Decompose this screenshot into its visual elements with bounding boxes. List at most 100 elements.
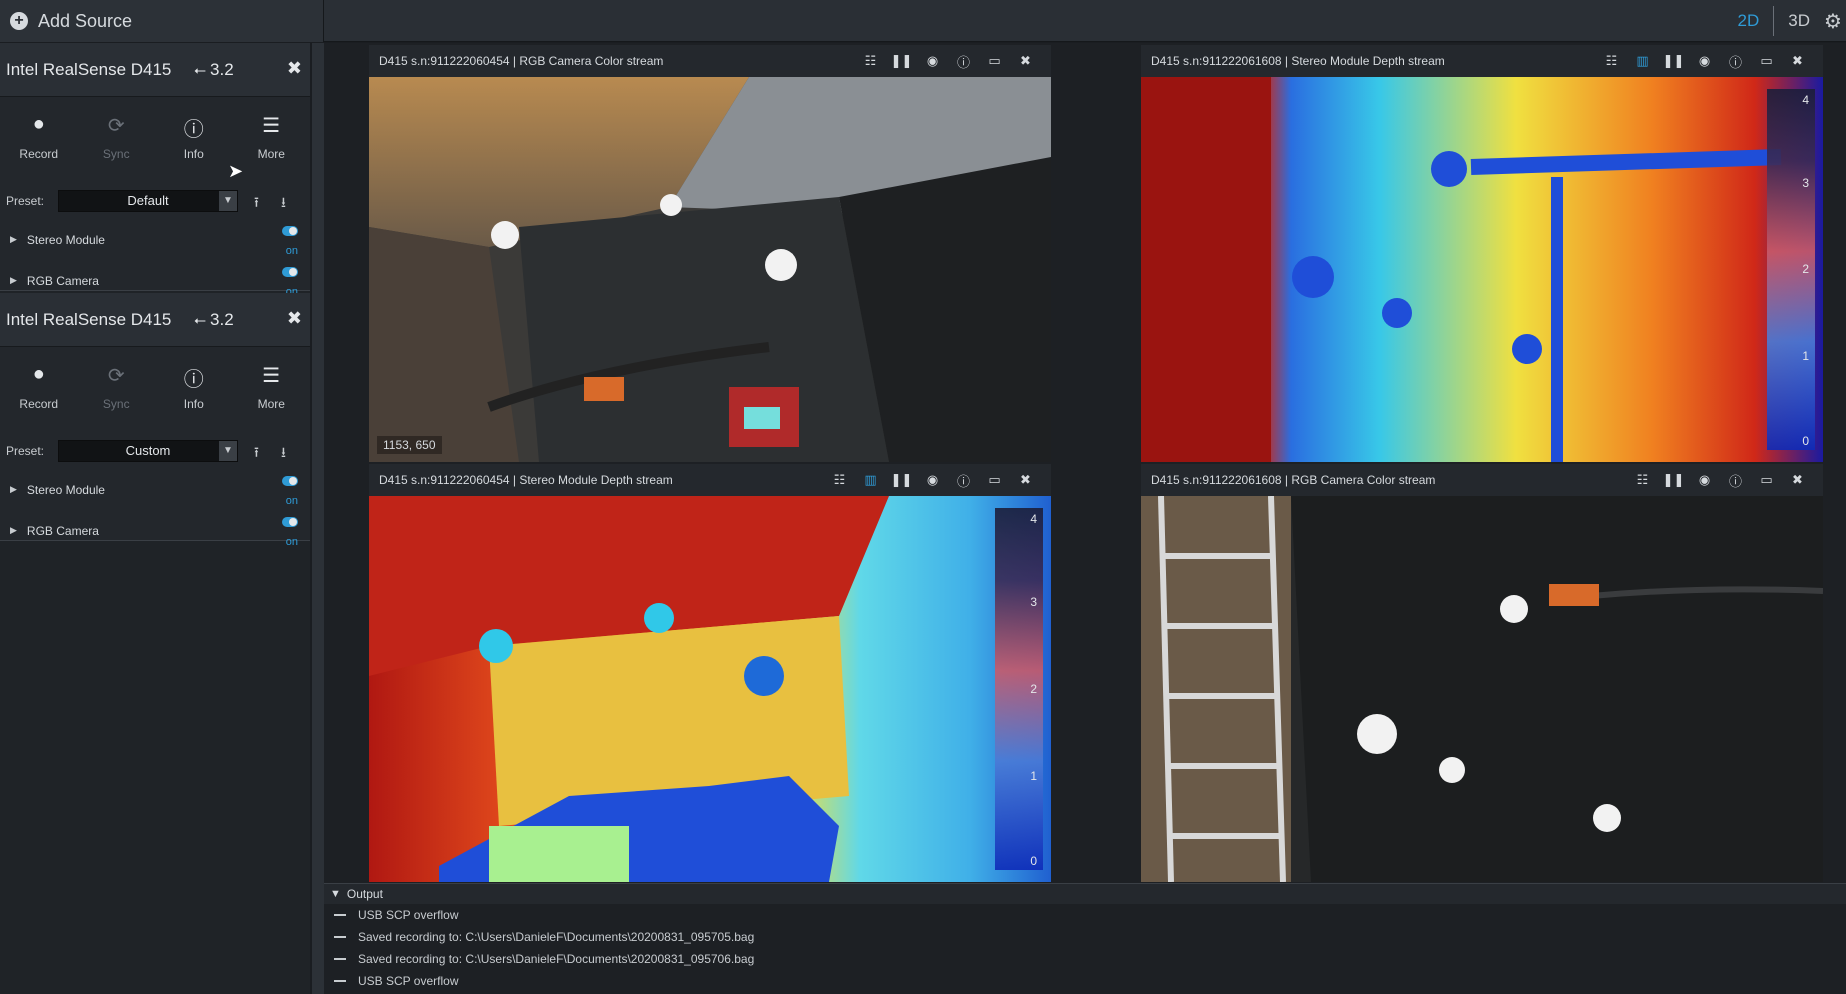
depth-colorbar: 4 3 2 1 0	[1767, 89, 1815, 450]
device-panel: Intel RealSense D415 ⭠ 3.2 ✖ ● Record ⟳ S…	[0, 43, 311, 298]
info-icon[interactable]: ⓘ	[948, 471, 979, 490]
sidebar-scrollbar[interactable]	[312, 43, 324, 994]
metrics-chart-icon[interactable]: ▥	[1627, 53, 1658, 69]
expand-arrow-icon[interactable]: ▶	[10, 275, 17, 286]
preset-label: Preset:	[6, 444, 45, 458]
output-panel: ▼ Output USB SCP overflow Saved recordin…	[324, 883, 1846, 994]
pause-icon[interactable]: ❚❚	[886, 472, 917, 488]
sensor-toggle[interactable]: on	[282, 514, 298, 548]
colorbar-tick: 4	[1030, 512, 1037, 526]
controls-icon[interactable]: ☷	[1596, 53, 1627, 69]
sync-label: Sync	[102, 147, 130, 161]
camera-icon[interactable]: ◉	[917, 472, 948, 488]
view-3d-button[interactable]: 3D	[1774, 11, 1824, 31]
sensor-toggle[interactable]: on	[282, 473, 298, 507]
maximize-icon[interactable]: ▭	[1751, 53, 1782, 69]
record-button[interactable]: ● Record	[0, 97, 78, 183]
dash-icon	[334, 914, 346, 916]
record-label: Record	[19, 147, 59, 161]
sensor-row-stereo[interactable]: ▶ Stereo Module on	[0, 469, 310, 510]
info-icon[interactable]: ⓘ	[1720, 471, 1751, 490]
close-icon[interactable]: ✖	[1010, 53, 1041, 69]
upload-icon[interactable]: ⭱	[254, 442, 259, 466]
device-header: Intel RealSense D415 ⭠ 3.2 ✖	[0, 293, 310, 347]
view-mode-toggle: 2D 3D ⚙	[1724, 0, 1846, 42]
more-label: More	[257, 147, 285, 161]
colorbar-tick: 2	[1030, 681, 1037, 696]
sensor-toggle[interactable]: on	[282, 223, 298, 257]
colorbar-tick: 4	[1802, 93, 1809, 107]
expand-arrow-icon[interactable]: ▶	[10, 525, 17, 536]
sensor-row-stereo[interactable]: ▶ Stereo Module on	[0, 219, 310, 260]
chevron-down-icon: ▼	[219, 441, 237, 461]
close-icon[interactable]: ✖	[287, 58, 302, 79]
maximize-icon[interactable]: ▭	[979, 472, 1010, 488]
metrics-chart-icon[interactable]: ▥	[855, 472, 886, 488]
sensor-row-rgb[interactable]: ▶ RGB Camera on	[0, 510, 310, 551]
rgb-frame-image	[369, 77, 1051, 462]
controls-icon[interactable]: ☷	[855, 53, 886, 69]
pause-icon[interactable]: ❚❚	[886, 53, 917, 69]
device-actions: ● Record ⟳ Sync ⓘ Info ☰ More	[0, 347, 310, 433]
camera-icon[interactable]: ◉	[1689, 472, 1720, 488]
sync-button[interactable]: ⟳ Sync	[78, 97, 156, 183]
settings-gear-icon[interactable]: ⚙	[1824, 9, 1846, 34]
menu-icon: ☰	[262, 115, 281, 137]
log-entry: USB SCP overflow	[324, 970, 1846, 992]
close-icon[interactable]: ✖	[1782, 53, 1813, 69]
controls-icon[interactable]: ☷	[1627, 472, 1658, 488]
output-header[interactable]: ▼ Output	[324, 884, 1846, 904]
sync-icon: ⟳	[107, 115, 125, 137]
stream-panel-rgb-2: D415 s.n:911222061608 | RGB Camera Color…	[1141, 464, 1823, 882]
record-icon: ●	[32, 113, 45, 135]
output-title: Output	[346, 887, 383, 901]
preset-dropdown[interactable]: Default ▼	[58, 190, 238, 212]
stream-panel-rgb-1: D415 s.n:911222060454 | RGB Camera Color…	[369, 45, 1051, 462]
camera-icon[interactable]: ◉	[1689, 53, 1720, 69]
log-text: USB SCP overflow	[358, 908, 459, 922]
controls-icon[interactable]: ☷	[824, 472, 855, 488]
expand-arrow-icon[interactable]: ▶	[10, 234, 17, 245]
info-icon[interactable]: ⓘ	[1720, 52, 1751, 71]
camera-icon[interactable]: ◉	[917, 53, 948, 69]
close-icon[interactable]: ✖	[1782, 472, 1813, 488]
log-text: Saved recording to: C:\Users\DanieleF\Do…	[358, 930, 755, 944]
stream-frame[interactable]	[1141, 496, 1823, 882]
menu-icon: ☰	[262, 365, 281, 387]
stream-frame[interactable]: 4 3 2 1 0	[1141, 77, 1823, 462]
pause-icon[interactable]: ❚❚	[1658, 472, 1689, 488]
toggle-knob	[282, 267, 298, 277]
stream-title: D415 s.n:911222060454 | RGB Camera Color…	[379, 54, 664, 68]
stream-frame[interactable]: 4 3 2 1 0	[369, 496, 1051, 882]
add-source-button[interactable]: + Add Source	[0, 0, 324, 42]
pause-icon[interactable]: ❚❚	[1658, 53, 1689, 69]
usb-icon: ⭠	[194, 62, 207, 79]
collapse-arrow-icon[interactable]: ▼	[330, 888, 341, 900]
download-icon[interactable]: ⭳	[281, 442, 286, 466]
upload-icon[interactable]: ⭱	[254, 192, 259, 216]
expand-arrow-icon[interactable]: ▶	[10, 484, 17, 495]
device-panel: Intel RealSense D415 ⭠ 3.2 ✖ ● Record ⟳ S…	[0, 293, 310, 548]
close-icon[interactable]: ✖	[287, 308, 302, 329]
info-icon: ⓘ	[183, 119, 204, 141]
info-button[interactable]: ⓘ Info	[155, 347, 233, 433]
preset-dropdown[interactable]: Custom ▼	[58, 440, 238, 462]
stream-toolbar: ☷ ▥ ❚❚ ◉ ⓘ ▭ ✖	[1596, 45, 1813, 77]
view-2d-button[interactable]: 2D	[1724, 11, 1774, 31]
info-icon[interactable]: ⓘ	[948, 52, 979, 71]
stream-header: D415 s.n:911222060454 | RGB Camera Color…	[369, 45, 1051, 77]
maximize-icon[interactable]: ▭	[979, 53, 1010, 69]
toggle-knob	[282, 476, 298, 486]
more-button[interactable]: ☰ More	[233, 97, 311, 183]
close-icon[interactable]: ✖	[1010, 472, 1041, 488]
sync-button[interactable]: ⟳ Sync	[78, 347, 156, 433]
maximize-icon[interactable]: ▭	[1751, 472, 1782, 488]
record-button[interactable]: ● Record	[0, 347, 78, 433]
more-button[interactable]: ☰ More	[233, 347, 311, 433]
download-icon[interactable]: ⭳	[281, 192, 286, 216]
info-button[interactable]: ⓘ Info	[155, 97, 233, 183]
preset-label: Preset:	[6, 194, 45, 208]
stream-toolbar: ☷ ❚❚ ◉ ⓘ ▭ ✖	[855, 45, 1041, 77]
plus-icon: +	[10, 12, 28, 30]
stream-frame[interactable]: 1153, 650	[369, 77, 1051, 462]
